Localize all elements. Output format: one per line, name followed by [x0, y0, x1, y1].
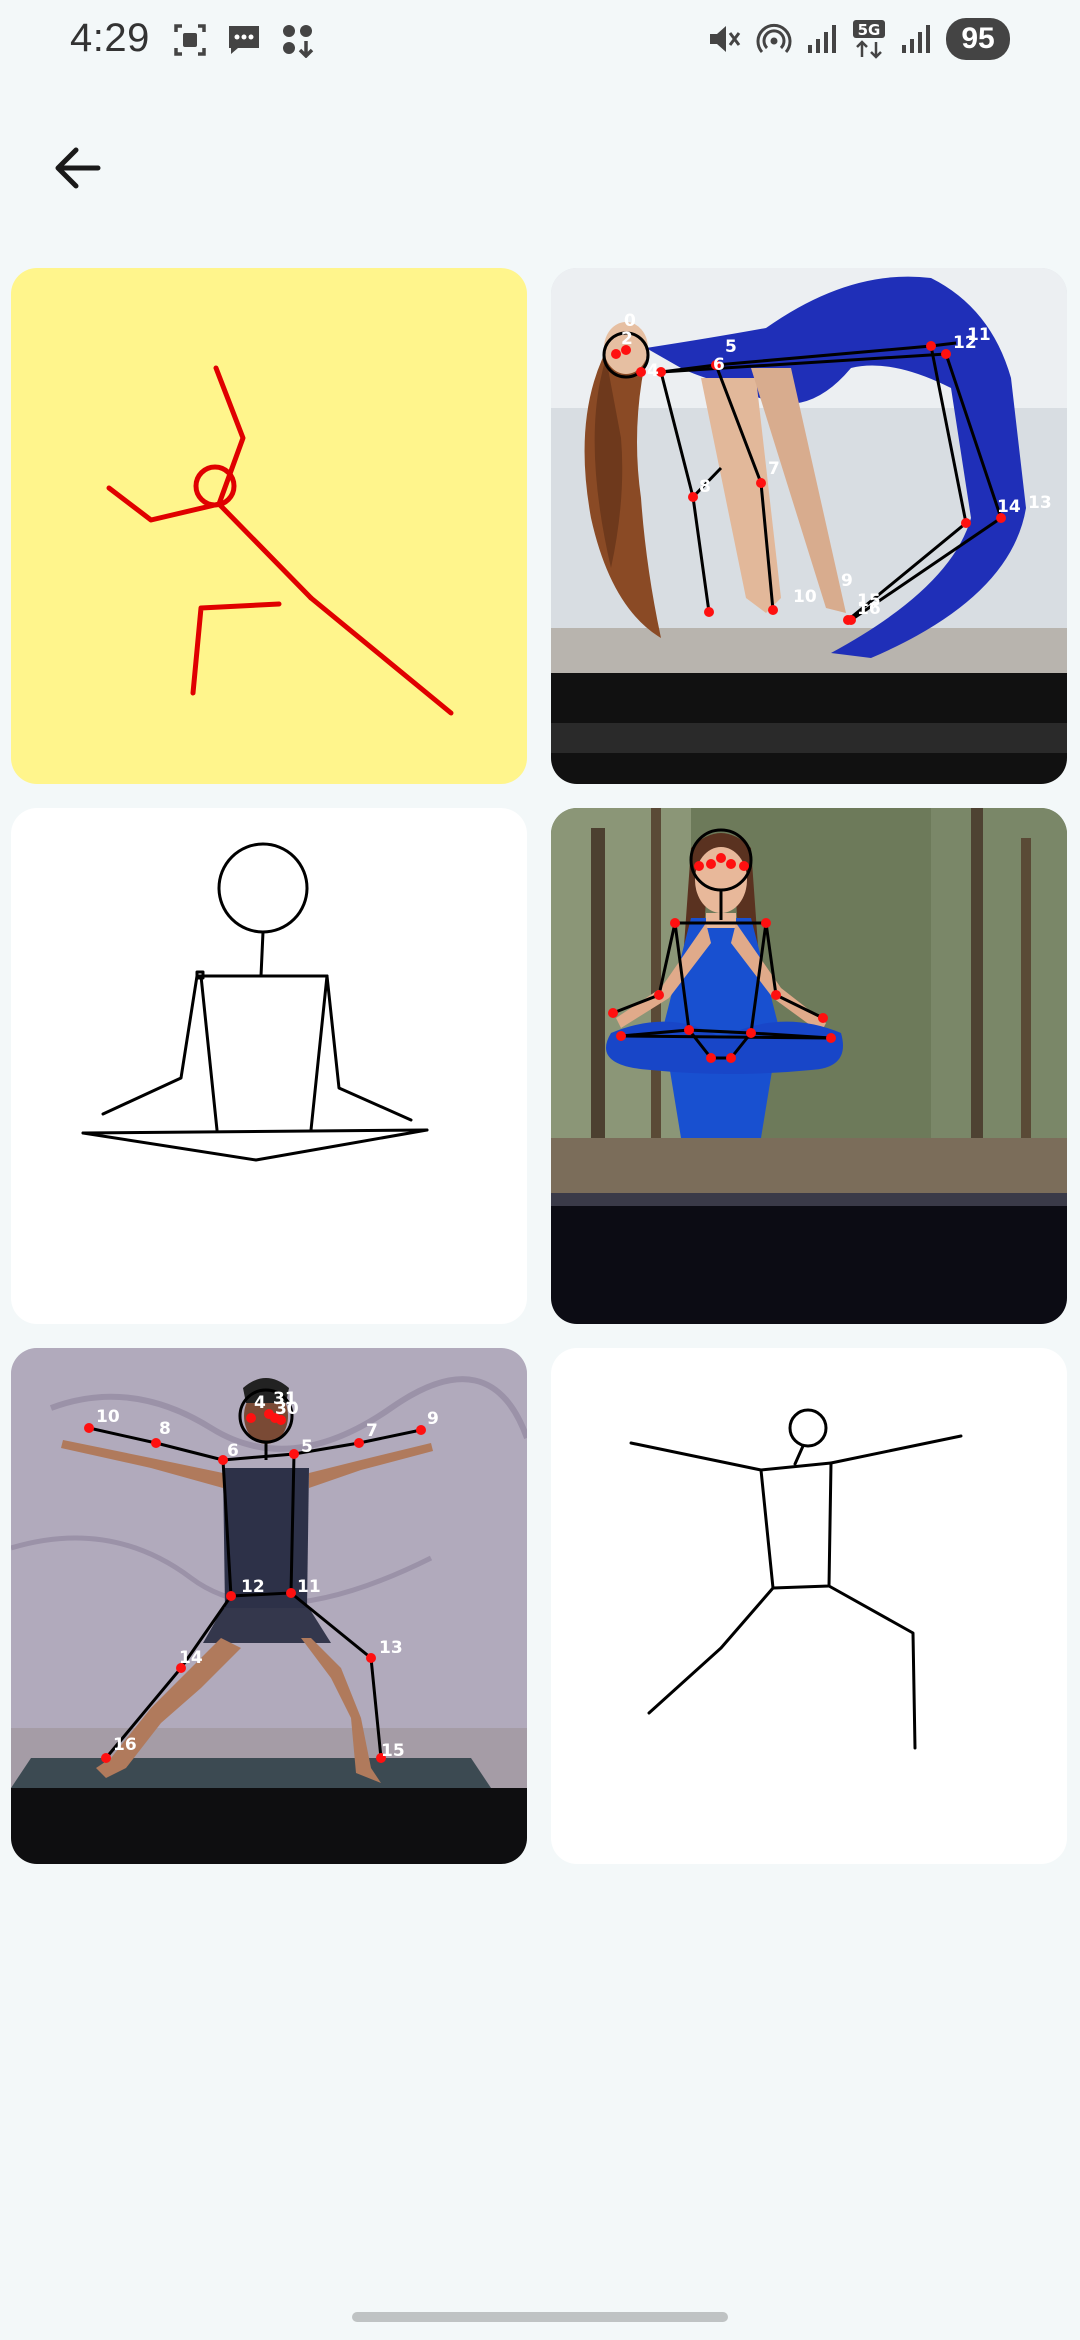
stick-figure-drawing — [629, 1408, 963, 1750]
svg-text:0: 0 — [624, 311, 636, 331]
signal-icon — [808, 25, 836, 53]
svg-text:30: 30 — [275, 1399, 299, 1419]
svg-text:14: 14 — [179, 1648, 203, 1668]
5g-icon: 5G — [853, 20, 885, 59]
svg-text:14: 14 — [997, 497, 1021, 517]
svg-text:9: 9 — [427, 1409, 439, 1429]
svg-text:7: 7 — [768, 459, 780, 479]
svg-text:10: 10 — [96, 1407, 120, 1427]
svg-text:8: 8 — [159, 1419, 171, 1439]
svg-text:16: 16 — [857, 599, 881, 619]
status-bar: 4:29 5G 95 — [0, 0, 1080, 84]
svg-text:10: 10 — [793, 587, 817, 607]
svg-text:5: 5 — [301, 1437, 313, 1457]
svg-text:9: 9 — [841, 571, 853, 591]
battery-indicator: 95 — [946, 18, 1010, 60]
svg-text:12: 12 — [953, 333, 977, 353]
svg-text:5G: 5G — [858, 21, 881, 39]
screenshot-icon — [174, 24, 206, 56]
hotspot-icon — [756, 23, 792, 53]
svg-text:8: 8 — [699, 477, 711, 497]
svg-text:6: 6 — [227, 1441, 239, 1461]
pose-tile-3[interactable] — [11, 808, 527, 1324]
svg-text:4: 4 — [647, 361, 659, 381]
svg-text:4: 4 — [254, 1393, 266, 1413]
signal-icon — [902, 25, 930, 53]
backbend-photo: 0 2 4 5 6 7 8 9 10 11 12 13 14 15 16 — [551, 268, 1067, 784]
status-left-icons — [172, 22, 316, 58]
svg-text:13: 13 — [379, 1638, 403, 1658]
svg-text:11: 11 — [297, 1577, 321, 1597]
status-right-icons: 5G 95 — [706, 18, 1010, 60]
svg-text:15: 15 — [381, 1741, 405, 1761]
svg-text:12: 12 — [241, 1577, 265, 1597]
svg-text:5: 5 — [725, 337, 737, 357]
stick-figure-drawing — [81, 842, 429, 1162]
svg-text:7: 7 — [366, 1421, 378, 1441]
back-button[interactable] — [40, 130, 116, 206]
svg-text:13: 13 — [1028, 493, 1052, 513]
home-indicator[interactable] — [352, 2312, 728, 2322]
svg-text:16: 16 — [113, 1735, 137, 1755]
mute-icon — [710, 26, 741, 52]
pose-tile-6[interactable] — [551, 1348, 1067, 1864]
pose-tile-2[interactable]: 0 2 4 5 6 7 8 9 10 11 12 13 14 15 16 — [551, 268, 1067, 784]
pose-tile-4[interactable] — [551, 808, 1067, 1324]
lotus-photo — [551, 808, 1067, 1324]
svg-text:6: 6 — [713, 355, 725, 375]
stick-figure-drawing — [106, 365, 454, 716]
warrior-photo: 4 31 30 5 6 7 8 9 10 11 12 13 14 15 16 — [11, 1348, 527, 1864]
status-time: 4:29 — [70, 16, 150, 60]
pose-tile-5[interactable]: 4 31 30 5 6 7 8 9 10 11 12 13 14 15 16 — [11, 1348, 527, 1864]
arrow-left-icon — [55, 147, 101, 189]
app-grid-icon — [283, 25, 314, 58]
pose-tile-1[interactable] — [11, 268, 527, 784]
message-icon — [229, 26, 259, 54]
svg-text:2: 2 — [621, 329, 633, 349]
